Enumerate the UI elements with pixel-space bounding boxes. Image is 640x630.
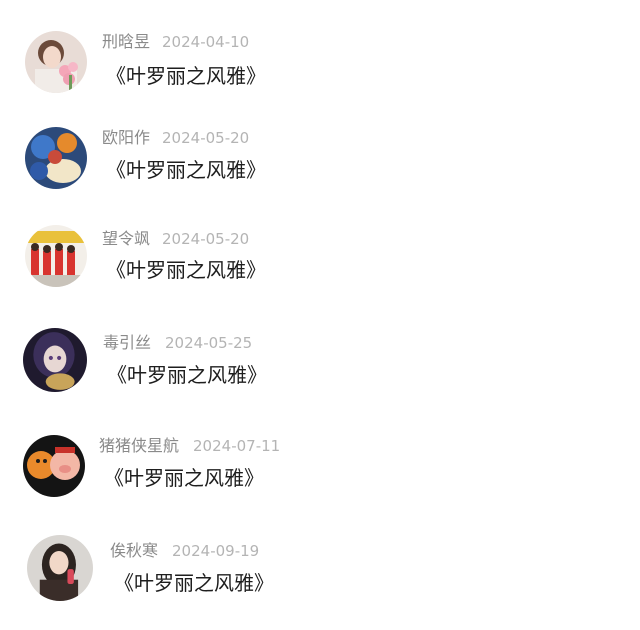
comment-item: 毒引丝 2024-05-25 《叶罗丽之风雅》 bbox=[0, 328, 640, 422]
cartoon-pig-avatar[interactable] bbox=[23, 435, 85, 497]
comment-text: 《叶罗丽之风雅》 bbox=[106, 158, 266, 182]
comment-date: 2024-07-11 bbox=[193, 437, 281, 455]
username[interactable]: 欧阳作 bbox=[102, 128, 150, 147]
comment-meta: 俟秋寒 2024-09-19 bbox=[110, 540, 259, 562]
girl-portrait-avatar[interactable] bbox=[27, 535, 93, 601]
comment-item: 刑晗昱 2024-04-10 《叶罗丽之风雅》 bbox=[0, 31, 640, 121]
comment-meta: 欧阳作 2024-05-20 bbox=[102, 127, 249, 149]
comment-date: 2024-09-19 bbox=[172, 542, 260, 560]
comment-date: 2024-05-25 bbox=[165, 334, 253, 352]
username[interactable]: 猪猪侠星航 bbox=[99, 436, 179, 455]
comment-date: 2024-04-10 bbox=[162, 33, 250, 51]
username[interactable]: 毒引丝 bbox=[103, 333, 151, 352]
comment-item: 望令飒 2024-05-20 《叶罗丽之风雅》 bbox=[0, 225, 640, 318]
comment-date: 2024-05-20 bbox=[162, 230, 250, 248]
comment-text: 《叶罗丽之风雅》 bbox=[106, 258, 266, 282]
anime-girl-avatar[interactable] bbox=[23, 328, 87, 392]
comment-item: 俟秋寒 2024-09-19 《叶罗丽之风雅》 bbox=[0, 535, 640, 630]
pink-flower-avatar[interactable] bbox=[25, 31, 87, 93]
username[interactable]: 望令飒 bbox=[102, 229, 150, 248]
username[interactable]: 俟秋寒 bbox=[110, 541, 158, 560]
comment-date: 2024-05-20 bbox=[162, 129, 250, 147]
comment-meta: 望令飒 2024-05-20 bbox=[102, 228, 249, 250]
comment-item: 猪猪侠星航 2024-07-11 《叶罗丽之风雅》 bbox=[0, 435, 640, 525]
comment-meta: 毒引丝 2024-05-25 bbox=[103, 332, 252, 354]
group-photo-avatar[interactable] bbox=[25, 225, 87, 287]
comment-text: 《叶罗丽之风雅》 bbox=[114, 571, 274, 595]
comment-meta: 猪猪侠星航 2024-07-11 bbox=[99, 435, 280, 457]
comment-text: 《叶罗丽之风雅》 bbox=[104, 466, 264, 490]
comment-meta: 刑晗昱 2024-04-10 bbox=[102, 31, 249, 53]
username[interactable]: 刑晗昱 bbox=[102, 32, 150, 51]
comment-text: 《叶罗丽之风雅》 bbox=[107, 363, 267, 387]
comment-item: 欧阳作 2024-05-20 《叶罗丽之风雅》 bbox=[0, 127, 640, 217]
comment-text: 《叶罗丽之风雅》 bbox=[106, 64, 266, 88]
colorful-objects-avatar[interactable] bbox=[25, 127, 87, 189]
